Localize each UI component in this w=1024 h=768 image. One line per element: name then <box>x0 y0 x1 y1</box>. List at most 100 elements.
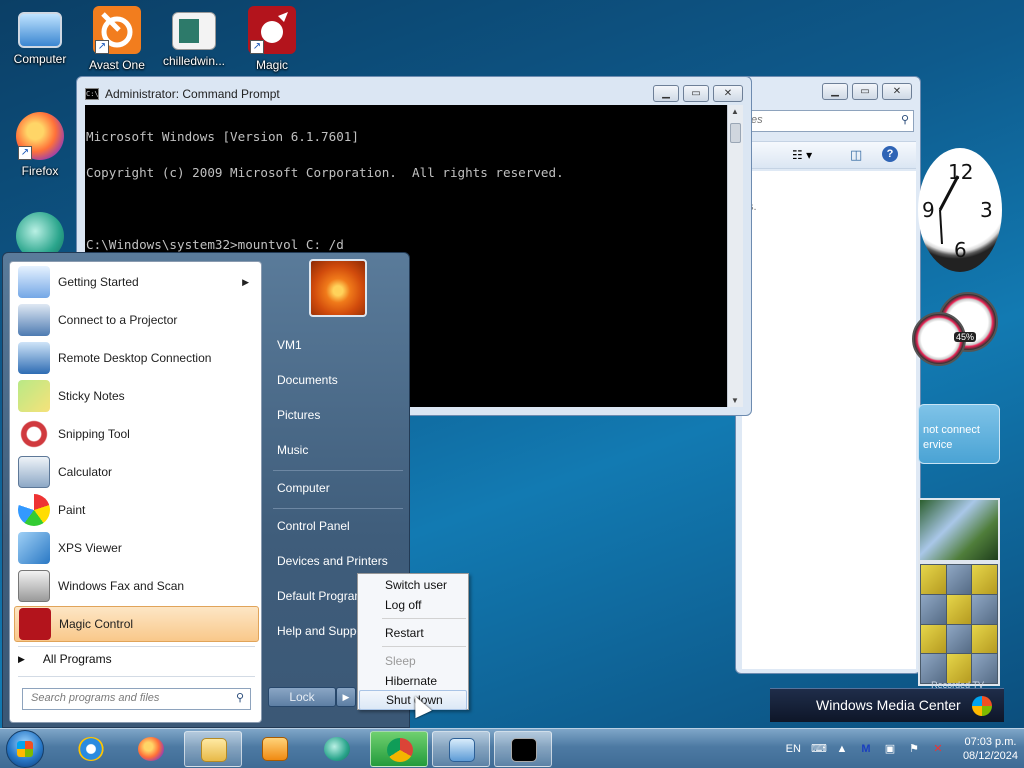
desktop-icon-label: Firefox <box>21 164 59 178</box>
start-button[interactable] <box>6 730 44 768</box>
picture-puzzle-gadget[interactable] <box>918 562 1000 686</box>
power-options-arrow-button[interactable]: ▶ <box>336 687 356 707</box>
search-placeholder: Search programs and files <box>31 692 160 704</box>
start-menu: Getting Started ▶ Connect to a Projector… <box>2 252 410 728</box>
submenu-arrow-icon: ▶ <box>242 276 249 287</box>
close-button[interactable]: ✕ <box>882 83 912 100</box>
view-options-icon[interactable]: ☷ ▾ <box>792 148 812 162</box>
chrome-icon <box>387 738 413 762</box>
desktop-icon-computer[interactable]: Computer <box>2 8 78 66</box>
program-xps-viewer[interactable]: XPS Viewer <box>14 530 259 566</box>
program-paint[interactable]: Paint <box>14 492 259 528</box>
start-menu-programs-pane: Getting Started ▶ Connect to a Projector… <box>9 261 262 723</box>
start-search-input[interactable]: Search programs and files ⚲ <box>22 688 251 710</box>
start-link-user[interactable]: VM1 <box>277 338 302 352</box>
taskbar-media-player[interactable] <box>246 731 304 767</box>
maximize-button[interactable]: ▭ <box>683 85 709 102</box>
console-line: C:\Windows\system32>mountvol C: /d <box>86 237 344 252</box>
divider <box>18 646 255 647</box>
internet-explorer-icon <box>78 737 104 761</box>
maximize-button[interactable]: ▭ <box>852 83 878 100</box>
desktop-icon-label: Magic <box>255 58 288 72</box>
meter-percent: 45% <box>954 332 977 342</box>
program-snipping-tool[interactable]: Snipping Tool <box>14 416 259 452</box>
program-getting-started[interactable]: Getting Started ▶ <box>14 264 259 300</box>
menu-item-log-off[interactable]: Log off <box>359 595 467 615</box>
all-programs-button[interactable]: ▶ All Programs <box>18 652 112 666</box>
menu-item-switch-user[interactable]: Switch user <box>359 575 467 595</box>
desktop-icon-avast[interactable]: ↗ Avast One <box>79 6 155 72</box>
program-connect-projector[interactable]: Connect to a Projector <box>14 302 259 338</box>
preview-pane-icon[interactable]: ◫ <box>850 147 862 163</box>
clock-gadget[interactable]: 12 3 6 9 <box>918 148 1002 272</box>
divider <box>18 676 255 677</box>
minimize-button[interactable]: ▁ <box>653 85 679 102</box>
program-label: Magic Control <box>59 617 134 631</box>
search-icon: ⚲ <box>900 114 909 126</box>
folder-icon <box>201 738 227 762</box>
control-panel-icon <box>449 738 475 762</box>
show-hidden-icons-icon[interactable]: ▲ <box>835 742 849 756</box>
program-magic-control[interactable]: Magic Control <box>14 606 259 642</box>
minimize-button[interactable]: ▁ <box>822 83 848 100</box>
volume-muted-icon[interactable]: ✕ <box>931 742 945 756</box>
weather-gadget[interactable]: not connect ervice <box>918 404 1000 464</box>
taskbar-app[interactable] <box>308 731 366 767</box>
start-link-music[interactable]: Music <box>277 443 308 457</box>
scroll-down-icon[interactable]: ▼ <box>731 396 739 405</box>
menu-item-hibernate[interactable]: Hibernate <box>359 671 467 691</box>
taskbar-ie[interactable] <box>62 731 120 767</box>
search-placeholder: es <box>751 114 763 126</box>
start-link-computer[interactable]: Computer <box>277 481 330 495</box>
help-icon[interactable]: ? <box>882 146 898 162</box>
network-icon[interactable]: ▣ <box>883 742 897 756</box>
console-line: Copyright (c) 2009 Microsoft Corporation… <box>86 165 564 180</box>
computer-icon <box>18 12 62 48</box>
scroll-thumb[interactable] <box>730 123 741 143</box>
close-button[interactable]: ✕ <box>713 85 743 102</box>
clock-hands-icon <box>938 175 960 245</box>
cpu-meter-gadget[interactable]: 45% <box>912 290 1004 380</box>
vertical-scrollbar[interactable]: ▲ ▼ <box>727 105 743 407</box>
program-label: Remote Desktop Connection <box>58 351 212 365</box>
desktop-icon-magic[interactable]: ↗ Magic <box>234 6 310 72</box>
program-fax-scan[interactable]: Windows Fax and Scan <box>14 568 259 604</box>
taskbar-firefox[interactable] <box>122 731 180 767</box>
clock-time: 07:03 p.m. <box>964 736 1017 748</box>
explorer-search-input[interactable]: es ⚲ <box>746 110 914 132</box>
scroll-up-icon[interactable]: ▲ <box>731 107 739 116</box>
window-titlebar[interactable]: C:\ Administrator: Command Prompt <box>85 85 280 103</box>
user-avatar[interactable] <box>309 259 367 317</box>
desktop-icon-chilledwin[interactable]: chilledwin... <box>156 8 232 68</box>
menu-item-restart[interactable]: Restart <box>359 623 467 643</box>
paint-icon <box>18 494 50 526</box>
language-indicator[interactable]: EN <box>786 743 801 755</box>
start-link-devices-printers[interactable]: Devices and Printers <box>277 554 388 568</box>
taskbar-cmd[interactable] <box>494 731 552 767</box>
taskbar-chrome[interactable] <box>370 731 428 767</box>
explorer-window[interactable]: ▁ ▭ ✕ es ⚲ ☷ ▾ ◫ ? s. <box>735 76 921 674</box>
media-center-gadget[interactable]: Recorded TV Windows Media Center <box>770 680 1004 722</box>
taskbar-clock[interactable]: 07:03 p.m. 08/12/2024 <box>963 735 1018 763</box>
taskbar-control-panel[interactable] <box>432 731 490 767</box>
action-center-flag-icon[interactable]: ⚑ <box>907 742 921 756</box>
antivirus-icon[interactable]: M <box>859 742 873 756</box>
start-link-documents[interactable]: Documents <box>277 373 338 387</box>
explorer-content: s. <box>742 171 916 669</box>
taskbar-explorer[interactable] <box>184 731 242 767</box>
keyboard-icon[interactable]: ⌨ <box>811 742 827 756</box>
window-title: Administrator: Command Prompt <box>105 87 280 101</box>
getting-started-icon <box>18 266 50 298</box>
desktop-icon-firefox[interactable]: ↗ Firefox <box>2 112 78 178</box>
desktop-icon-label: chilledwin... <box>162 54 226 68</box>
lock-button[interactable]: Lock <box>268 687 336 707</box>
program-remote-desktop[interactable]: Remote Desktop Connection <box>14 340 259 376</box>
slideshow-gadget[interactable] <box>918 498 1000 562</box>
projector-icon <box>18 304 50 336</box>
start-link-control-panel[interactable]: Control Panel <box>277 519 350 533</box>
program-calculator[interactable]: Calculator <box>14 454 259 490</box>
program-sticky-notes[interactable]: Sticky Notes <box>14 378 259 414</box>
cmd-icon <box>511 738 537 762</box>
start-link-pictures[interactable]: Pictures <box>277 408 320 422</box>
